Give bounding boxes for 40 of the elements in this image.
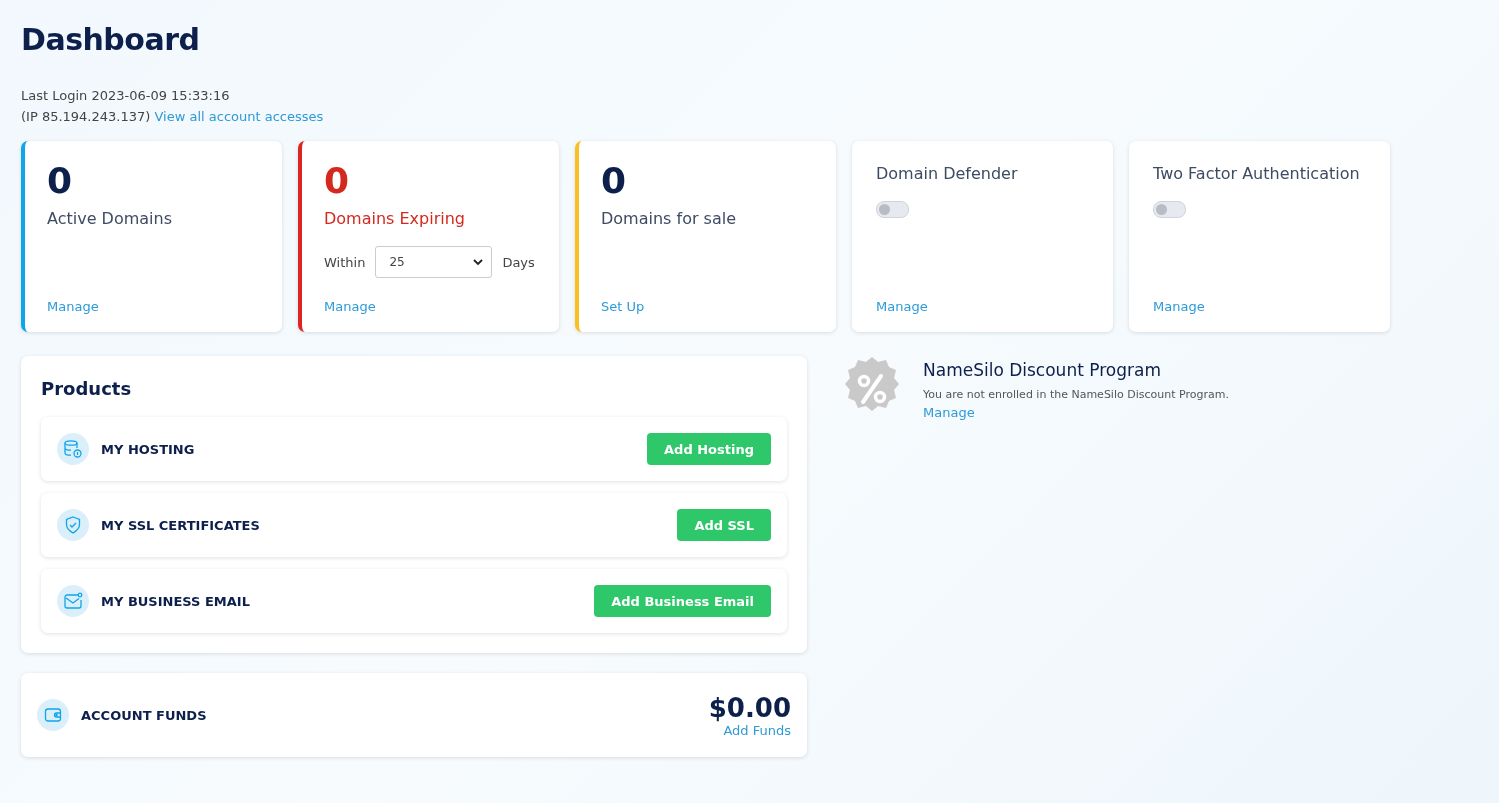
stat-count: 0 bbox=[601, 161, 628, 201]
stat-count: 0 bbox=[47, 161, 74, 201]
panel-title: Products bbox=[41, 378, 133, 399]
add-product-button[interactable]: Add Business Email bbox=[594, 585, 771, 617]
stat-label: Active Domains bbox=[47, 209, 173, 228]
add-product-button[interactable]: Add Hosting bbox=[647, 433, 771, 465]
discount-title: NameSilo Discount Program bbox=[923, 360, 1162, 380]
product-label: MY BUSINESS EMAIL bbox=[101, 593, 251, 609]
shield-check-icon bbox=[63, 515, 83, 535]
ip-address-text: (IP 85.194.243.137) bbox=[21, 109, 151, 124]
last-login-text: Last Login 2023-06-09 15:33:16 bbox=[21, 87, 231, 105]
days-label: Days bbox=[502, 254, 535, 270]
discount-text: You are not enrolled in the NameSilo Discount Program. bbox=[923, 388, 1229, 401]
days-select[interactable]: 25 bbox=[375, 246, 493, 278]
funds-amount: $0.00 bbox=[708, 692, 791, 723]
funds-label: ACCOUNT FUNDS bbox=[81, 707, 208, 723]
stat-label: Domains for sale bbox=[601, 209, 738, 228]
stat-label: Domains Expiring bbox=[324, 209, 466, 228]
card-link[interactable]: Set Up bbox=[601, 299, 812, 314]
wallet-icon bbox=[43, 705, 63, 725]
toggle-switch[interactable] bbox=[1153, 201, 1186, 218]
add-funds-link[interactable]: Add Funds bbox=[723, 722, 791, 738]
discount-manage-link[interactable]: Manage bbox=[923, 405, 975, 420]
card-link[interactable]: Manage bbox=[47, 299, 258, 314]
account-accesses-link[interactable]: View all account accesses bbox=[154, 109, 324, 124]
chevron-down-icon bbox=[473, 258, 484, 266]
toggle-switch[interactable] bbox=[876, 201, 909, 218]
page-title: Dashboard bbox=[21, 22, 201, 57]
within-label: Within bbox=[324, 254, 366, 270]
mail-icon bbox=[63, 591, 83, 611]
setting-label: Domain Defender bbox=[876, 164, 1019, 183]
card-link[interactable]: Manage bbox=[1153, 299, 1366, 314]
database-icon bbox=[63, 439, 83, 459]
product-label: MY HOSTING bbox=[101, 441, 196, 457]
setting-label: Two Factor Authentication bbox=[1153, 164, 1361, 183]
stat-count: 0 bbox=[324, 161, 351, 201]
product-label: MY SSL CERTIFICATES bbox=[101, 517, 261, 533]
card-link[interactable]: Manage bbox=[876, 299, 1089, 314]
add-product-button[interactable]: Add SSL bbox=[677, 509, 771, 541]
card-link[interactable]: Manage bbox=[324, 299, 535, 314]
